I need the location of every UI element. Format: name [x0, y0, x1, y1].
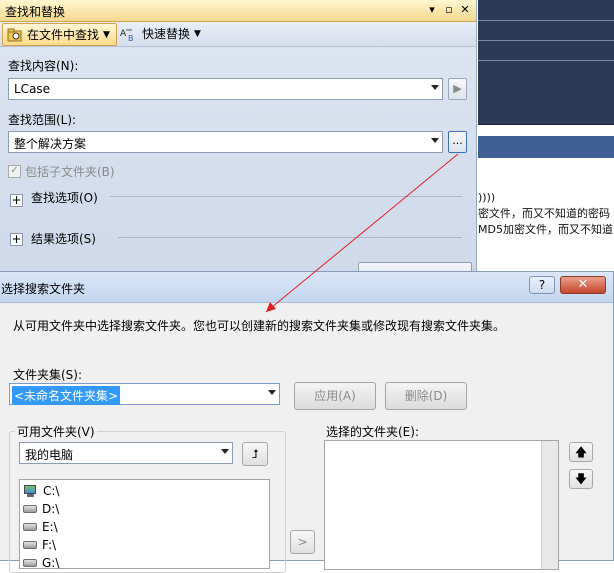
annotation-arrow-head [266, 302, 276, 312]
annotation-arrow-line [265, 153, 459, 313]
cd-drive-icon [23, 559, 37, 567]
annotation-arrow [265, 153, 459, 313]
